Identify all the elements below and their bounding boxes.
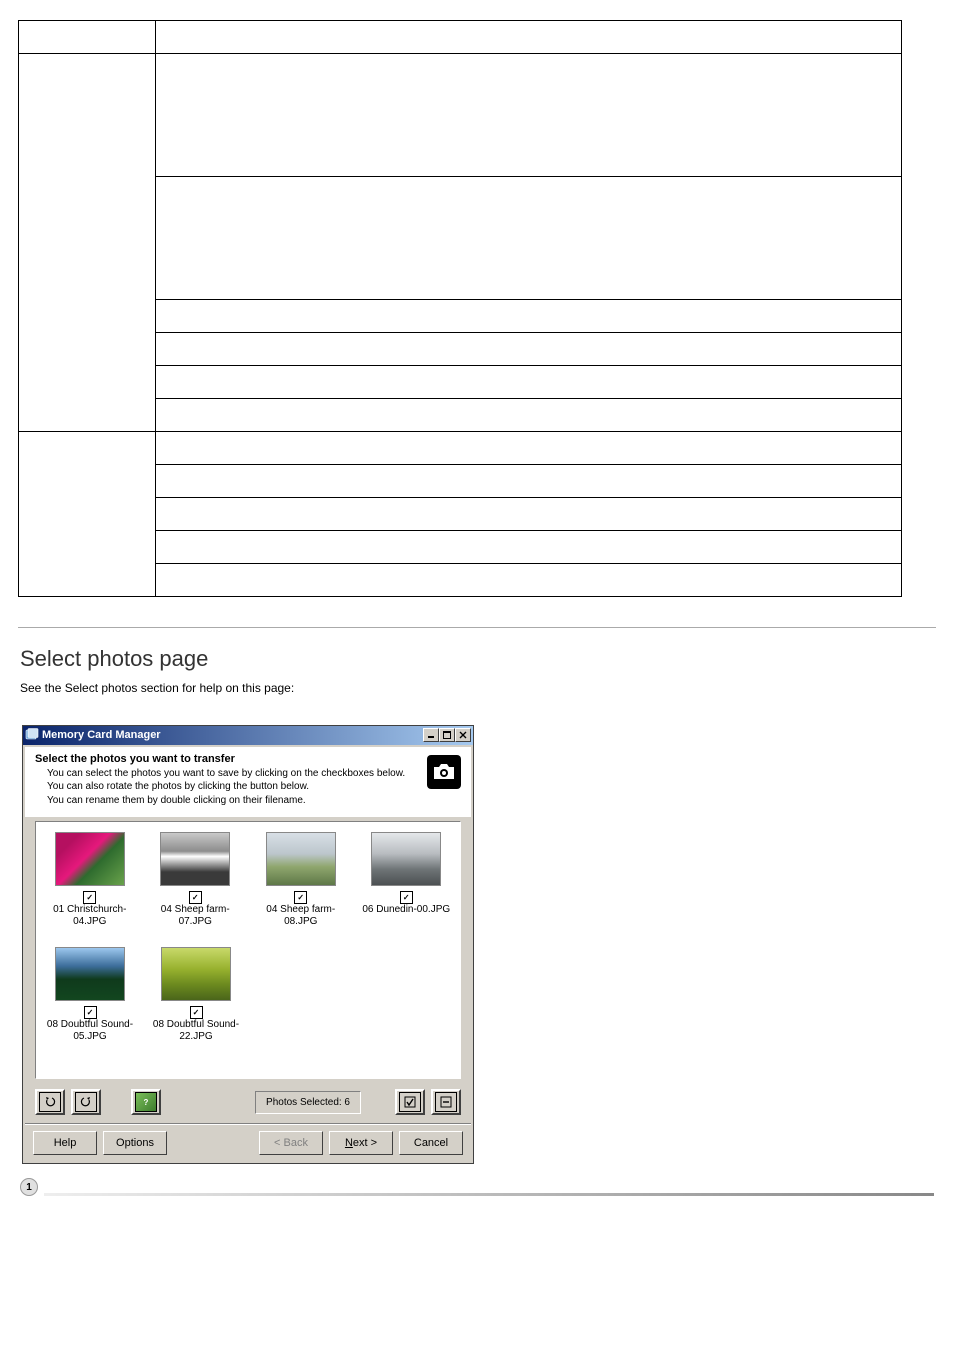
- spec-cell: [156, 531, 902, 564]
- rotate-right-icon: [75, 1092, 97, 1112]
- close-icon: [459, 731, 467, 739]
- section-body: See the Select photos section for help o…: [20, 680, 934, 697]
- rotate-left-button[interactable]: [35, 1089, 65, 1115]
- photo-filename[interactable]: 08 Doubtful Sound-22.JPG: [148, 1019, 244, 1042]
- maximize-icon: [443, 731, 451, 739]
- close-button[interactable]: [455, 728, 471, 742]
- photo-item[interactable]: ✓ 04 Sheep farm-08.JPG: [253, 832, 349, 927]
- banner-line: You can rename them by double clicking o…: [47, 794, 405, 808]
- rotate-left-icon: [39, 1092, 61, 1112]
- photo-thumbnail: [371, 832, 441, 886]
- photo-checkbox[interactable]: ✓: [84, 1006, 97, 1019]
- rename-button[interactable]: ?: [131, 1089, 161, 1115]
- photo-filename[interactable]: 01 Christchurch-04.JPG: [42, 904, 138, 927]
- photo-thumbnail: [55, 947, 125, 1001]
- ref-bar: [44, 1193, 934, 1196]
- spec-cell: [156, 366, 902, 399]
- photo-thumbnail: [160, 832, 230, 886]
- app-icon: [25, 728, 39, 742]
- photo-item[interactable]: ✓ 08 Doubtful Sound-05.JPG: [42, 947, 138, 1042]
- photo-checkbox[interactable]: ✓: [190, 1006, 203, 1019]
- photo-checkbox[interactable]: ✓: [83, 891, 96, 904]
- next-mnemonic: N: [345, 1137, 353, 1149]
- banner-line: You can also rotate the photos by clicki…: [47, 780, 405, 794]
- spec-cell: [156, 432, 902, 465]
- back-button: < Back: [259, 1131, 323, 1155]
- section-title: Select photos page: [20, 646, 954, 672]
- banner-heading: Select the photos you want to transfer: [35, 753, 405, 765]
- photo-thumbnail: [266, 832, 336, 886]
- titlebar-title: Memory Card Manager: [42, 729, 161, 741]
- spec-cell: [156, 333, 902, 366]
- photo-item[interactable]: ✓ 04 Sheep farm-07.JPG: [148, 832, 244, 927]
- wizard-banner: Select the photos you want to transfer Y…: [25, 747, 471, 818]
- photo-filename[interactable]: 08 Doubtful Sound-05.JPG: [42, 1019, 138, 1042]
- spec-cell: [19, 432, 156, 597]
- select-all-icon: [399, 1092, 421, 1112]
- spec-cell: [156, 465, 902, 498]
- titlebar: Memory Card Manager: [23, 726, 473, 745]
- photo-checkbox[interactable]: ✓: [400, 891, 413, 904]
- photo-thumbnail: [55, 832, 125, 886]
- photo-item[interactable]: ✓ 06 Dunedin-00.JPG: [359, 832, 455, 927]
- deselect-all-icon: [435, 1092, 457, 1112]
- photo-filename[interactable]: 04 Sheep farm-07.JPG: [148, 904, 244, 927]
- ref-number: 1: [20, 1178, 38, 1196]
- photos-selected-status: Photos Selected: 6: [255, 1091, 361, 1114]
- next-button[interactable]: Next >: [329, 1131, 393, 1155]
- help-button[interactable]: Help: [33, 1131, 97, 1155]
- photo-filename[interactable]: 06 Dunedin-00.JPG: [359, 904, 455, 916]
- photo-checkbox[interactable]: ✓: [189, 891, 202, 904]
- photo-item[interactable]: ✓ 01 Christchurch-04.JPG: [42, 832, 138, 927]
- select-all-button[interactable]: [395, 1089, 425, 1115]
- spec-table: [18, 20, 902, 597]
- rotate-right-button[interactable]: [71, 1089, 101, 1115]
- minimize-button[interactable]: [423, 728, 439, 742]
- spec-cell: [156, 300, 902, 333]
- photo-checkbox[interactable]: ✓: [294, 891, 307, 904]
- photo-thumbnail: [161, 947, 231, 1001]
- thumbnail-area: ✓ 01 Christchurch-04.JPG ✓ 04 Sheep farm…: [35, 821, 461, 1079]
- photo-filename[interactable]: 04 Sheep farm-08.JPG: [253, 904, 349, 927]
- spec-cell: [156, 54, 902, 177]
- spec-cell: [156, 399, 902, 432]
- memory-card-manager-dialog: Memory Card Manager Select the photos yo…: [22, 725, 474, 1165]
- footer-ref: 1: [20, 1178, 934, 1196]
- spec-cell: [19, 21, 156, 54]
- spec-cell: [156, 21, 902, 54]
- photo-item[interactable]: ✓ 08 Doubtful Sound-22.JPG: [148, 947, 244, 1042]
- banner-line: You can select the photos you want to sa…: [47, 767, 405, 781]
- divider: [18, 627, 936, 628]
- spec-cell: [156, 498, 902, 531]
- options-button[interactable]: Options: [103, 1131, 167, 1155]
- camera-icon: [427, 755, 461, 789]
- maximize-button[interactable]: [439, 728, 455, 742]
- spec-cell: [156, 177, 902, 300]
- deselect-all-button[interactable]: [431, 1089, 461, 1115]
- minimize-icon: [427, 731, 435, 739]
- rename-icon: ?: [135, 1092, 157, 1112]
- spec-cell: [156, 564, 902, 597]
- cancel-button[interactable]: Cancel: [399, 1131, 463, 1155]
- spec-cell: [19, 54, 156, 432]
